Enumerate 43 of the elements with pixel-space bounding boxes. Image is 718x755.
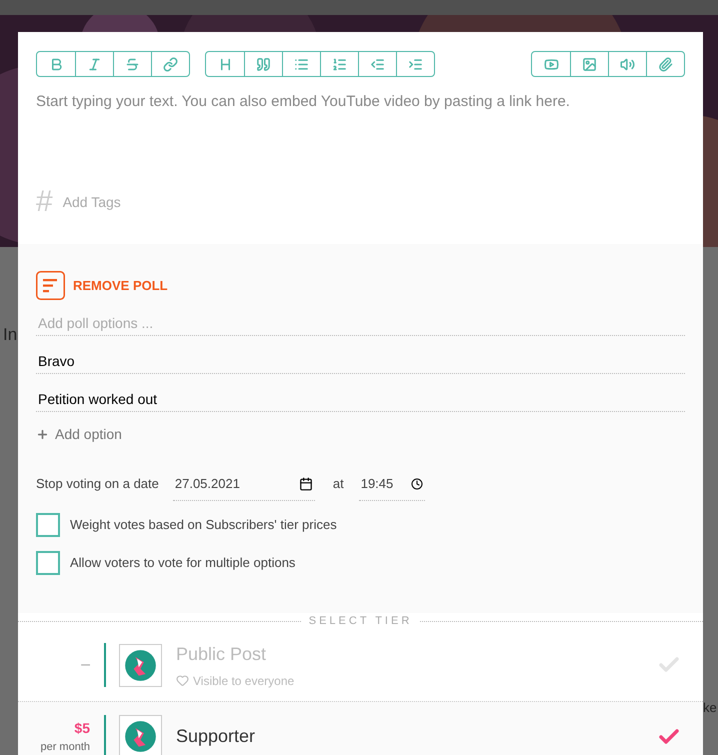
strikethrough-icon	[125, 56, 140, 72]
at-label: at	[332, 475, 344, 494]
date-field[interactable]: 27.05.2021	[172, 467, 315, 502]
heart-icon	[176, 674, 189, 688]
background-text: In	[3, 324, 18, 346]
tier-row[interactable]: $5 per month Supporter	[18, 700, 703, 755]
checkbox-label: Weight votes based on Subscribers' tier prices	[70, 516, 337, 534]
tier-period: per month	[40, 740, 90, 755]
background-text: ke	[703, 699, 717, 717]
tier-subtitle: Visible to everyone	[193, 672, 294, 690]
quote-icon	[256, 56, 271, 72]
clock-icon	[410, 478, 423, 490]
video-icon	[544, 56, 558, 72]
attachment-icon	[658, 56, 673, 72]
poll-option-field[interactable]: Bravo	[36, 348, 685, 374]
hash-icon: #	[36, 187, 53, 217]
bullet-list-icon	[294, 56, 309, 72]
tier-price: –	[81, 655, 90, 676]
time-field[interactable]: 19:45	[358, 467, 425, 502]
poll-icon	[36, 271, 65, 300]
checkbox[interactable]	[36, 513, 60, 538]
checkbox[interactable]	[36, 551, 60, 576]
outdent-icon	[370, 56, 385, 72]
image-icon	[582, 56, 597, 72]
tier-name: Public Post	[176, 642, 268, 666]
tier-price: $5	[74, 719, 90, 738]
numbered-list-icon	[332, 56, 347, 72]
plus-icon	[36, 428, 49, 442]
stop-voting-label: Stop voting on a date	[36, 475, 159, 494]
text-editor[interactable]: Start typing your text. You can also embed YouTube video by pasting a link here.	[36, 91, 685, 187]
tier-logo	[119, 644, 162, 687]
audio-icon	[620, 56, 635, 72]
indent-icon	[408, 56, 423, 72]
add-option-button[interactable]: Add option	[36, 424, 122, 446]
link-icon	[163, 56, 178, 72]
tier-name: Supporter	[176, 725, 256, 748]
select-tier-heading: SELECT TIER	[308, 614, 414, 629]
checkbox-label: Allow voters to vote for multiple options	[70, 554, 296, 572]
tier-logo	[119, 715, 162, 755]
italic-icon	[87, 56, 102, 72]
poll-option-field[interactable]: Add poll options ...	[36, 310, 685, 336]
poll-option-field[interactable]: Petition worked out	[36, 386, 685, 412]
calendar-icon	[298, 476, 313, 491]
